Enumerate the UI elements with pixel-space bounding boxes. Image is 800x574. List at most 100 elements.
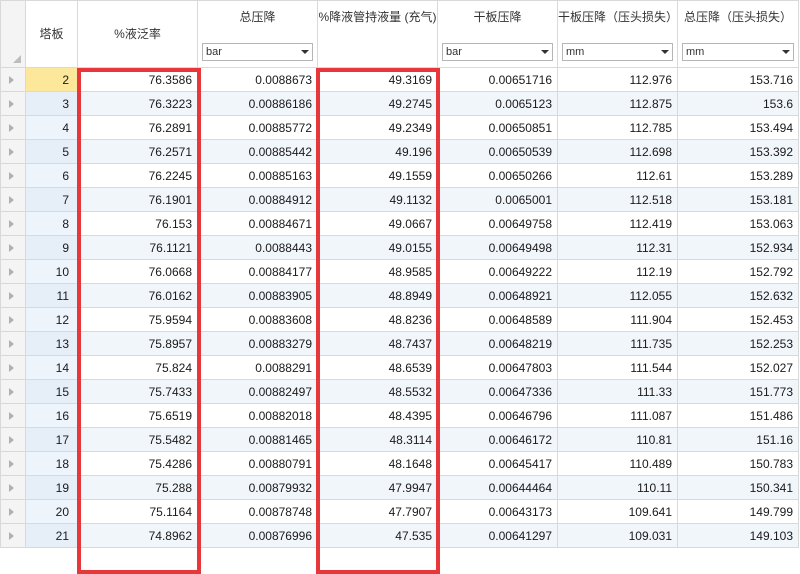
column-header-dry-tray-pressure-drop[interactable]: 干板压降 bar <box>437 0 558 68</box>
row-header[interactable] <box>0 331 26 356</box>
cell-dry-tray-pressure-drop[interactable]: 0.00649758 <box>437 211 558 236</box>
cell-downcomer-holdup[interactable]: 48.1648 <box>317 451 438 476</box>
row-header[interactable] <box>0 379 26 404</box>
cell-total-pressure-drop[interactable]: 0.00880791 <box>197 451 318 476</box>
cell-downcomer-holdup[interactable]: 47.9947 <box>317 475 438 500</box>
cell-dry-tray-pressure-drop[interactable]: 0.0065123 <box>437 91 558 116</box>
column-header-dry-tray-head-loss[interactable]: 干板压降（压头损失） mm <box>557 0 678 68</box>
cell-dry-tray-head-loss[interactable]: 109.641 <box>557 499 678 524</box>
table-row[interactable]: 16 75.6519 0.00882018 48.4395 0.00646796 111.… <box>0 403 799 428</box>
row-header[interactable] <box>0 499 26 524</box>
cell-stage[interactable]: 8 <box>25 211 78 236</box>
cell-total-head-loss[interactable]: 152.632 <box>677 283 799 308</box>
row-header[interactable] <box>0 475 26 500</box>
cell-downcomer-holdup[interactable]: 48.5532 <box>317 379 438 404</box>
cell-downcomer-holdup[interactable]: 48.7437 <box>317 331 438 356</box>
cell-total-head-loss[interactable]: 153.494 <box>677 115 799 140</box>
cell-total-head-loss[interactable]: 153.6 <box>677 91 799 116</box>
cell-dry-tray-pressure-drop[interactable]: 0.00646796 <box>437 403 558 428</box>
cell-liquid-flooding[interactable]: 76.1901 <box>77 187 198 212</box>
row-header[interactable] <box>0 67 26 92</box>
cell-liquid-flooding[interactable]: 75.288 <box>77 475 198 500</box>
table-row[interactable]: 9 76.1121 0.0088443 49.0155 0.00649498 112.31… <box>0 235 799 260</box>
cell-total-head-loss[interactable]: 151.16 <box>677 427 799 452</box>
cell-stage[interactable]: 6 <box>25 163 78 188</box>
row-header[interactable] <box>0 235 26 260</box>
cell-dry-tray-head-loss[interactable]: 112.31 <box>557 235 678 260</box>
cell-downcomer-holdup[interactable]: 49.2349 <box>317 115 438 140</box>
cell-total-head-loss[interactable]: 152.453 <box>677 307 799 332</box>
unit-select-total-pressure-drop[interactable]: bar <box>202 43 313 61</box>
cell-total-pressure-drop[interactable]: 0.00882497 <box>197 379 318 404</box>
cell-dry-tray-head-loss[interactable]: 111.544 <box>557 355 678 380</box>
cell-total-head-loss[interactable]: 150.341 <box>677 475 799 500</box>
cell-total-pressure-drop[interactable]: 0.00876996 <box>197 523 318 548</box>
cell-total-pressure-drop[interactable]: 0.00884671 <box>197 211 318 236</box>
cell-total-pressure-drop[interactable]: 0.0088673 <box>197 67 318 92</box>
table-row[interactable]: 5 76.2571 0.00885442 49.196 0.00650539 112.69… <box>0 139 799 164</box>
cell-dry-tray-pressure-drop[interactable]: 0.00647336 <box>437 379 558 404</box>
unit-select-total-head-loss[interactable]: mm <box>682 43 794 61</box>
table-row[interactable]: 4 76.2891 0.00885772 49.2349 0.00650851 112.7… <box>0 115 799 140</box>
cell-dry-tray-head-loss[interactable]: 110.11 <box>557 475 678 500</box>
table-row[interactable]: 2 76.3586 0.0088673 49.3169 0.00651716 112.97… <box>0 67 799 92</box>
cell-downcomer-holdup[interactable]: 47.535 <box>317 523 438 548</box>
cell-stage[interactable]: 11 <box>25 283 78 308</box>
cell-stage[interactable]: 21 <box>25 523 78 548</box>
cell-total-pressure-drop[interactable]: 0.00885163 <box>197 163 318 188</box>
cell-total-pressure-drop[interactable]: 0.00883608 <box>197 307 318 332</box>
cell-total-pressure-drop[interactable]: 0.0088443 <box>197 235 318 260</box>
cell-total-head-loss[interactable]: 153.063 <box>677 211 799 236</box>
cell-downcomer-holdup[interactable]: 49.2745 <box>317 91 438 116</box>
cell-liquid-flooding[interactable]: 76.3223 <box>77 91 198 116</box>
cell-stage[interactable]: 2 <box>25 67 78 92</box>
row-header[interactable] <box>0 259 26 284</box>
cell-dry-tray-head-loss[interactable]: 112.518 <box>557 187 678 212</box>
row-header[interactable] <box>0 451 26 476</box>
cell-total-head-loss[interactable]: 149.103 <box>677 523 799 548</box>
table-row[interactable]: 8 76.153 0.00884671 49.0667 0.00649758 112.41… <box>0 211 799 236</box>
cell-liquid-flooding[interactable]: 76.3586 <box>77 67 198 92</box>
row-header[interactable] <box>0 91 26 116</box>
cell-liquid-flooding[interactable]: 74.8962 <box>77 523 198 548</box>
cell-downcomer-holdup[interactable]: 48.8236 <box>317 307 438 332</box>
unit-select-dry-tray-pressure-drop[interactable]: bar <box>442 43 553 61</box>
cell-total-pressure-drop[interactable]: 0.00885442 <box>197 139 318 164</box>
cell-dry-tray-head-loss[interactable]: 112.055 <box>557 283 678 308</box>
cell-liquid-flooding[interactable]: 75.7433 <box>77 379 198 404</box>
select-all-corner[interactable] <box>0 0 26 68</box>
row-header[interactable] <box>0 427 26 452</box>
cell-total-pressure-drop[interactable]: 0.00878748 <box>197 499 318 524</box>
cell-dry-tray-head-loss[interactable]: 112.976 <box>557 67 678 92</box>
row-header[interactable] <box>0 163 26 188</box>
cell-downcomer-holdup[interactable]: 48.3114 <box>317 427 438 452</box>
cell-total-pressure-drop[interactable]: 0.0088291 <box>197 355 318 380</box>
cell-dry-tray-head-loss[interactable]: 112.698 <box>557 139 678 164</box>
cell-total-pressure-drop[interactable]: 0.00882018 <box>197 403 318 428</box>
cell-dry-tray-head-loss[interactable]: 111.735 <box>557 331 678 356</box>
row-header[interactable] <box>0 307 26 332</box>
cell-dry-tray-pressure-drop[interactable]: 0.00648921 <box>437 283 558 308</box>
cell-stage[interactable]: 14 <box>25 355 78 380</box>
cell-downcomer-holdup[interactable]: 49.1559 <box>317 163 438 188</box>
table-row[interactable]: 3 76.3223 0.00886186 49.2745 0.0065123 112.87… <box>0 91 799 116</box>
cell-downcomer-holdup[interactable]: 49.3169 <box>317 67 438 92</box>
cell-stage[interactable]: 13 <box>25 331 78 356</box>
cell-liquid-flooding[interactable]: 75.6519 <box>77 403 198 428</box>
cell-dry-tray-head-loss[interactable]: 110.81 <box>557 427 678 452</box>
cell-total-head-loss[interactable]: 150.783 <box>677 451 799 476</box>
row-header[interactable] <box>0 283 26 308</box>
cell-dry-tray-pressure-drop[interactable]: 0.00645417 <box>437 451 558 476</box>
cell-total-pressure-drop[interactable]: 0.00883905 <box>197 283 318 308</box>
cell-dry-tray-pressure-drop[interactable]: 0.0065001 <box>437 187 558 212</box>
table-row[interactable]: 6 76.2245 0.00885163 49.1559 0.00650266 112.6… <box>0 163 799 188</box>
column-header-downcomer-holdup[interactable]: %降液管持液量 (充气) <box>317 0 438 68</box>
table-row[interactable]: 17 75.5482 0.00881465 48.3114 0.00646172 110.… <box>0 427 799 452</box>
row-header[interactable] <box>0 523 26 548</box>
cell-total-head-loss[interactable]: 153.289 <box>677 163 799 188</box>
row-header[interactable] <box>0 187 26 212</box>
cell-stage[interactable]: 16 <box>25 403 78 428</box>
cell-dry-tray-head-loss[interactable]: 111.087 <box>557 403 678 428</box>
cell-total-head-loss[interactable]: 152.253 <box>677 331 799 356</box>
cell-total-pressure-drop[interactable]: 0.00884912 <box>197 187 318 212</box>
